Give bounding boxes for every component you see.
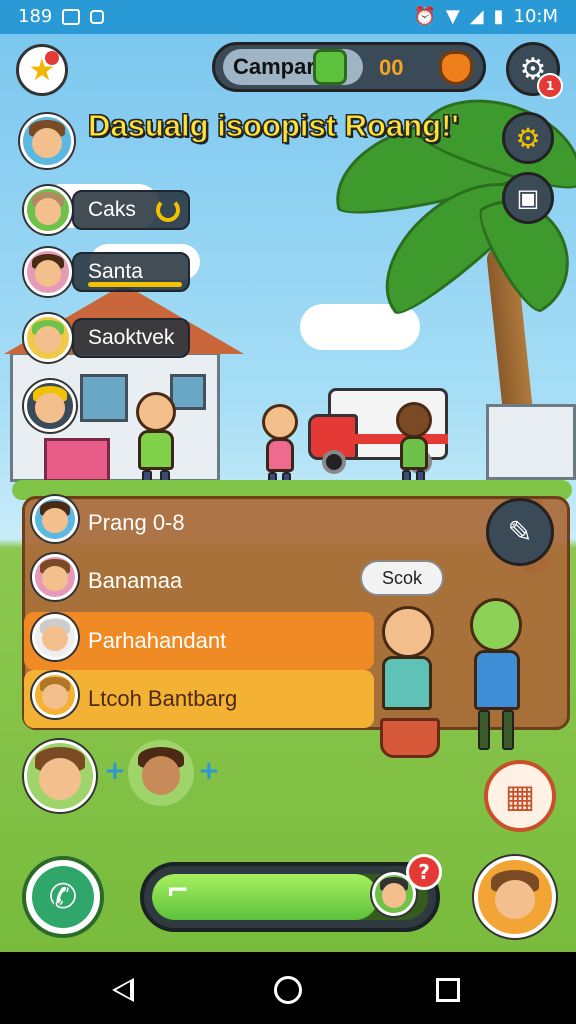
- panel-row-label: Banamaa: [88, 568, 183, 593]
- call-button[interactable]: ✆: [22, 856, 104, 938]
- panel-row-label: Parhahandant: [88, 628, 227, 653]
- recents-icon[interactable]: [436, 978, 460, 1002]
- system-nav-bar: [0, 952, 576, 1024]
- basket: [380, 718, 440, 758]
- panel-avatar: [32, 672, 78, 718]
- house-window: [80, 374, 128, 422]
- favorites-button[interactable]: ★: [16, 44, 68, 96]
- friend-avatar[interactable]: [24, 314, 72, 362]
- panel-avatar: [32, 614, 78, 660]
- panel-row-label: Prang 0-8: [88, 510, 185, 535]
- house-right: [486, 404, 576, 480]
- alarm-icon: ⏰: [413, 6, 436, 27]
- friend-name: Caks: [88, 198, 136, 221]
- score-button[interactable]: Scok: [360, 560, 444, 596]
- currency-value: 00: [379, 55, 404, 80]
- settings-button[interactable]: ⚙ 1: [506, 42, 563, 99]
- profile-button[interactable]: [474, 856, 556, 938]
- status-time: 10:M: [513, 6, 559, 27]
- friend-avatar[interactable]: [24, 186, 72, 234]
- notification-icon: [90, 9, 105, 24]
- plus-icon[interactable]: +: [104, 756, 126, 786]
- signal-icon: ◢: [469, 6, 484, 27]
- help-badge[interactable]: ?: [406, 854, 442, 890]
- friend-avatar[interactable]: [24, 380, 76, 432]
- chat-button[interactable]: ▦: [484, 760, 556, 832]
- character-green-man: [460, 598, 530, 758]
- mail-icon: [62, 8, 81, 25]
- gem-icon: [313, 49, 347, 85]
- player-avatar[interactable]: [20, 114, 74, 168]
- panel-avatar: [32, 496, 78, 542]
- back-icon[interactable]: [112, 978, 134, 1002]
- friend-progress-bar: [88, 282, 182, 287]
- status-left-text: 189: [18, 6, 53, 27]
- house-door: [44, 438, 110, 482]
- hook-icon: ⌐: [166, 874, 190, 907]
- edit-icon: ✎: [507, 514, 533, 550]
- profile-avatar: [484, 866, 546, 928]
- currency-bar[interactable]: Campar 00: [212, 42, 486, 92]
- edit-button[interactable]: ✎: [486, 498, 554, 566]
- fox-icon: [439, 51, 473, 85]
- notification-dot: [45, 51, 59, 65]
- panel-row-label: Ltcoh Bantbarg: [88, 686, 238, 711]
- friend-row-2[interactable]: Santa: [72, 252, 190, 292]
- friend-row-3[interactable]: Saoktvek: [72, 318, 190, 358]
- friend-row-1[interactable]: Caks: [72, 190, 190, 230]
- camera-button[interactable]: ▣: [502, 172, 554, 224]
- wifi-icon: ▼: [445, 6, 460, 27]
- status-bar: 189 ⏰ ▼ ◢ ▮ 10:M: [0, 0, 576, 34]
- invite-avatar-1[interactable]: [24, 740, 96, 812]
- friend-name: Saoktvek: [88, 326, 175, 349]
- gear-icon: ⚙: [515, 121, 541, 155]
- headline-title: Dasualg isoopist Roang!': [88, 108, 460, 144]
- progress-ring-icon: [156, 198, 180, 222]
- home-icon[interactable]: [274, 976, 302, 1004]
- battery-icon: ▮: [493, 6, 504, 27]
- friend-name: Santa: [88, 260, 143, 283]
- options-button[interactable]: ⚙: [502, 112, 554, 164]
- settings-badge: 1: [537, 73, 563, 99]
- invite-avatar-2[interactable]: [128, 740, 194, 806]
- chat-icon: ▦: [504, 777, 536, 815]
- plus-icon[interactable]: +: [198, 756, 220, 786]
- character-neighbor: [360, 606, 440, 758]
- friend-avatar[interactable]: [24, 248, 72, 296]
- phone-icon: ✆: [48, 877, 78, 917]
- camera-icon: ▣: [516, 184, 540, 212]
- panel-avatar: [32, 554, 78, 600]
